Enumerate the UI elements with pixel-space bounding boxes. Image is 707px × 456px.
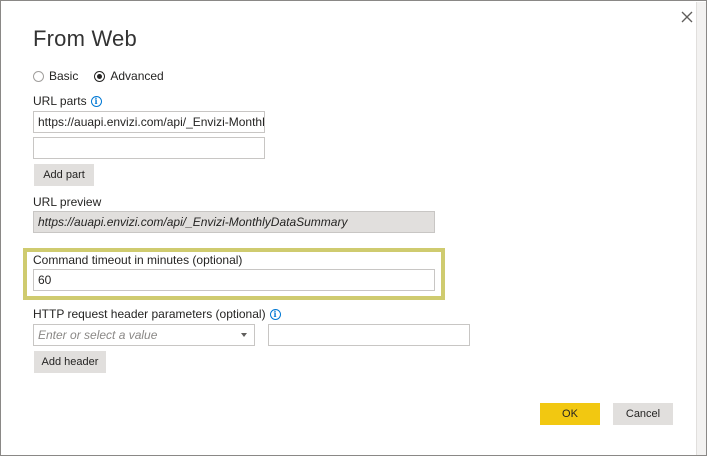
cancel-button[interactable]: Cancel	[613, 403, 673, 425]
header-params-label: HTTP request header parameters (optional…	[33, 307, 266, 321]
url-part-1-value: https://auapi.envizi.com/api/_Envizi-Mon…	[38, 115, 265, 129]
header-value-input[interactable]	[268, 324, 470, 346]
info-icon[interactable]: i	[90, 95, 102, 107]
header-name-select[interactable]: Enter or select a value	[33, 324, 255, 346]
url-preview-value: https://auapi.envizi.com/api/_Envizi-Mon…	[38, 215, 348, 229]
url-preview-label: URL preview	[33, 195, 102, 209]
timeout-label: Command timeout in minutes (optional)	[33, 253, 243, 267]
chevron-down-icon[interactable]	[241, 333, 247, 337]
timeout-input[interactable]: 60	[33, 269, 435, 291]
radio-advanced-indicator[interactable]	[94, 70, 106, 82]
url-parts-label: URL parts	[33, 94, 87, 108]
from-web-dialog: From Web Basic Advanced URL parts i http…	[0, 0, 707, 456]
timeout-value: 60	[38, 273, 52, 287]
url-part-2-input[interactable]	[33, 137, 265, 159]
header-name-placeholder: Enter or select a value	[38, 328, 158, 342]
url-part-1-input[interactable]: https://auapi.envizi.com/api/_Envizi-Mon…	[33, 111, 265, 133]
dialog-title: From Web	[33, 26, 137, 51]
add-part-button[interactable]: Add part	[34, 164, 94, 186]
radio-basic-indicator[interactable]	[33, 70, 44, 82]
radio-advanced[interactable]: Advanced	[94, 69, 164, 83]
close-button[interactable]	[678, 8, 696, 26]
vertical-scrollbar[interactable]	[696, 2, 706, 455]
mode-radio-group: Basic Advanced	[33, 69, 180, 83]
close-icon	[681, 11, 693, 23]
url-preview-field: https://auapi.envizi.com/api/_Envizi-Mon…	[33, 211, 435, 233]
ok-button[interactable]: OK	[540, 403, 600, 425]
info-icon[interactable]: i	[269, 308, 281, 320]
url-parts-label-row: URL parts i	[33, 94, 102, 108]
radio-basic-label: Basic	[49, 69, 79, 83]
add-header-button[interactable]: Add header	[34, 351, 106, 373]
radio-basic[interactable]: Basic	[33, 69, 78, 83]
header-params-label-row: HTTP request header parameters (optional…	[33, 307, 281, 321]
radio-advanced-label: Advanced	[110, 69, 164, 83]
